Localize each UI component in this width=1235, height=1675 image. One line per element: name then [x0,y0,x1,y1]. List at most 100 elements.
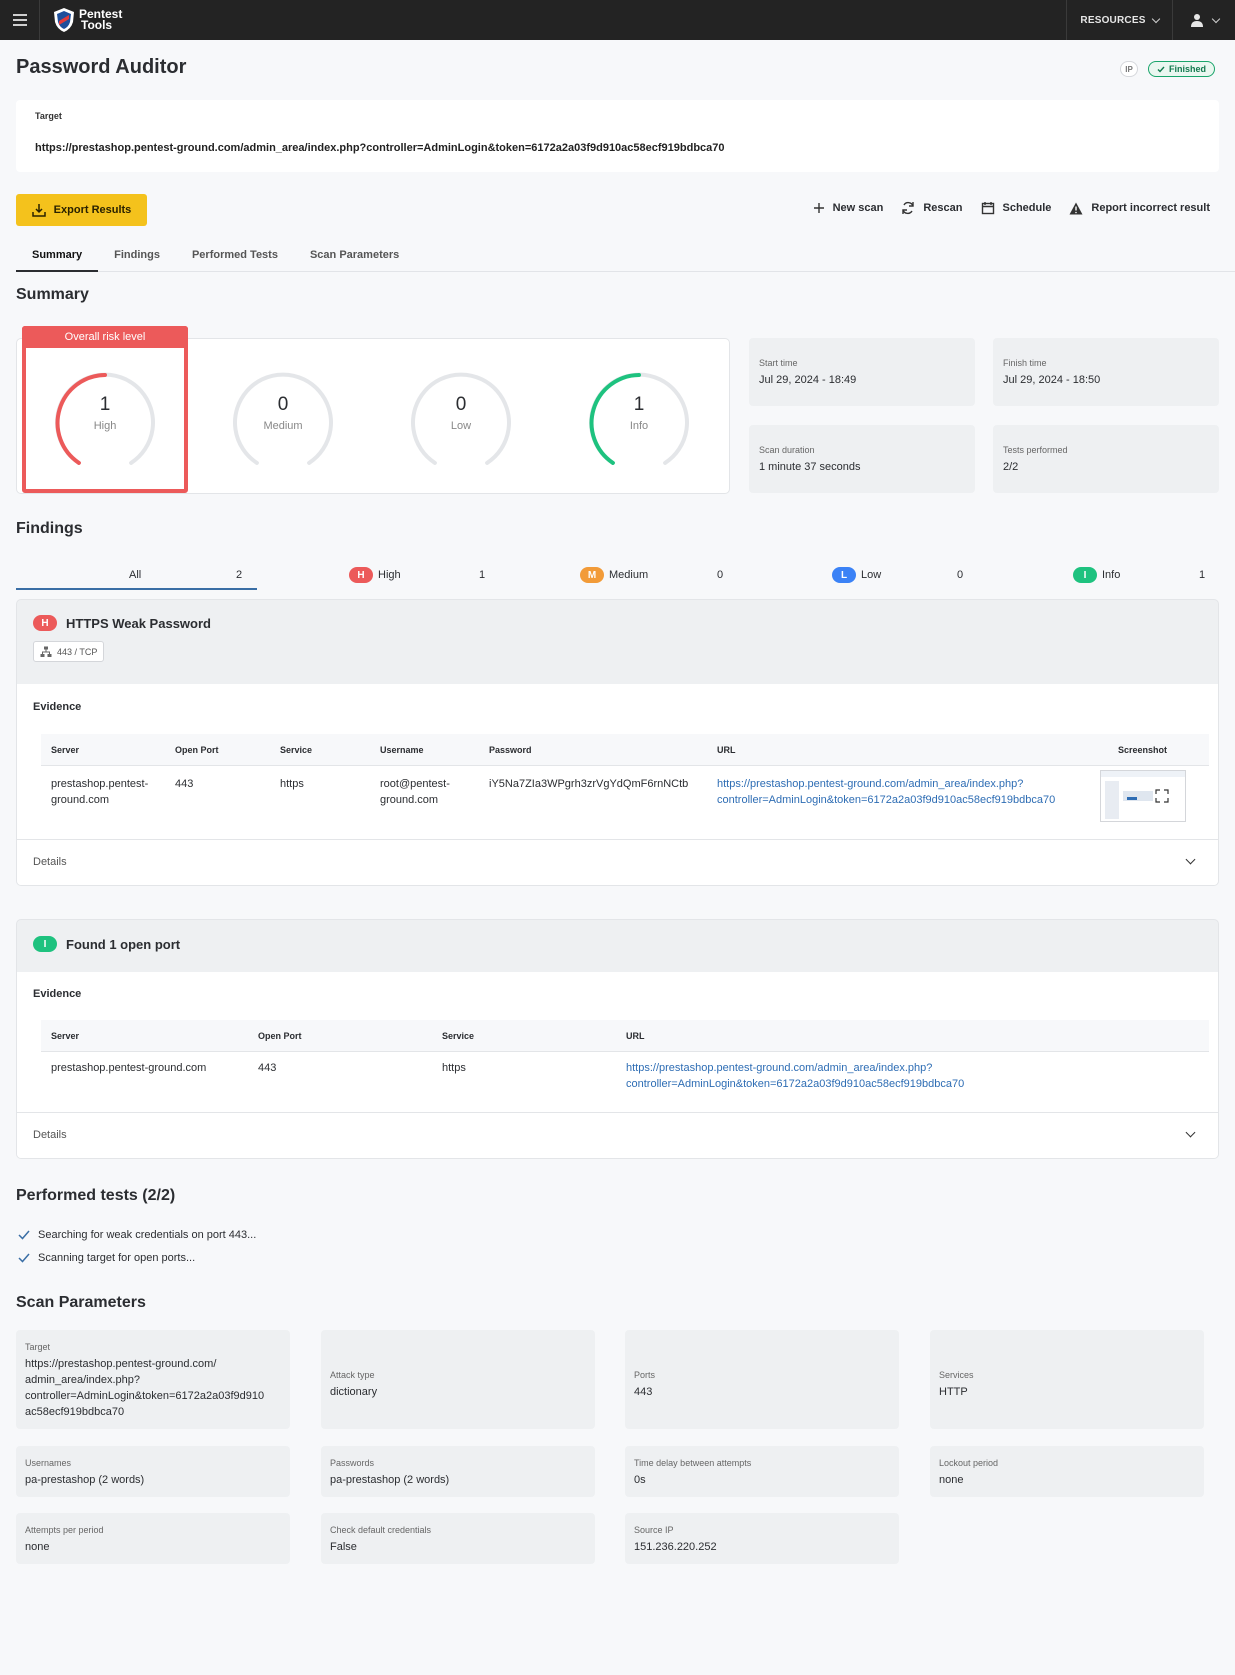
tab-summary[interactable]: Summary [16,242,99,272]
filter-info[interactable]: I Info [1073,560,1120,590]
cell-url-line-1: https://prestashop.pentest-ground.com/ad… [626,1062,933,1074]
thumb-button [1127,797,1137,800]
col-server: Server [51,745,80,755]
param-usernames: Usernames pa-prestashop (2 words) [16,1446,290,1497]
port-chip-text: 443 / TCP [57,646,98,657]
page-title: Password Auditor [16,56,187,78]
param-lockout-period: Lockout period none [930,1446,1204,1497]
param-label: Attempts per period [25,1525,104,1535]
shield-logo-icon [54,8,74,32]
new-scan-label: New scan [832,202,884,214]
evidence-table-header: Server Open Port Service Username Passwo… [41,734,1209,766]
tab-bar: Summary Findings Performed Tests Scan Pa… [16,242,1235,272]
param-label: Ports [634,1370,656,1380]
tab-findings[interactable]: Findings [98,242,176,272]
resources-menu[interactable]: RESOURCES [1066,0,1173,40]
filter-high[interactable]: H High [349,560,401,590]
rescan-button[interactable]: Rescan [901,201,963,215]
cell-password: iY5Na7ZIa3WPgrh3zrVgYdQmF6rnNCtb [489,778,689,790]
filter-high-count: 1 [479,569,486,581]
details-toggle[interactable]: Details [17,1112,1218,1158]
col-screenshot: Screenshot [1118,745,1168,755]
param-label: Target [25,1342,51,1352]
tests-performed-value: 2/2 [1003,461,1019,473]
plus-icon [813,203,824,213]
cell-server: prestashop.pentest-ground.com [51,1062,207,1074]
evidence-label: Evidence [33,701,82,713]
param-value: pa-prestashop (2 words) [330,1474,450,1486]
port-chip: 443 / TCP [33,641,105,662]
param-value-line: ac58ecf919bdbca70 [25,1406,125,1418]
expand-icon [1155,789,1169,803]
finding-title[interactable]: I Found 1 open port [33,936,180,952]
gauge-low-label: Low [450,420,472,432]
thumb-topbar [1101,771,1185,777]
gauge-medium-value: 0 [277,394,289,415]
tab-scan-parameters[interactable]: Scan Parameters [294,242,415,272]
param-value: 0s [634,1474,646,1486]
filter-low[interactable]: L Low [832,560,881,590]
screenshot-thumbnail[interactable] [1100,770,1186,822]
finding-title-text: HTTPS Weak Password [66,615,211,631]
test-item: Searching for weak credentials on port 4… [18,1229,256,1241]
filter-all[interactable]: All [129,560,141,590]
param-label: Services [939,1370,974,1380]
start-time-card: Start time Jul 29, 2024 - 18:49 [749,338,975,406]
user-menu[interactable] [1174,0,1235,40]
col-url: URL [717,745,736,755]
high-pill: H [349,567,373,583]
finding-title[interactable]: H HTTPS Weak Password [33,615,211,631]
logo-line-2: Tools [81,18,113,32]
evidence-table-header: Server Open Port Service URL [41,1020,1209,1052]
export-label: Export Results [53,204,132,216]
schedule-button[interactable]: Schedule [981,201,1051,215]
report-incorrect-button[interactable]: Report incorrect result [1069,201,1210,215]
param-value: pa-prestashop (2 words) [25,1474,145,1486]
cell-username: root@pentest- ground.com [380,776,450,808]
finish-time-card: Finish time Jul 29, 2024 - 18:50 [993,338,1219,406]
tab-performed-tests[interactable]: Performed Tests [176,242,294,272]
info-pill: I [33,936,57,952]
test-item-text: Scanning target for open ports... [38,1252,196,1264]
menu-button[interactable] [0,0,40,40]
logo[interactable]: Pentest Tools [53,7,122,33]
check-icon [18,1230,30,1240]
details-toggle[interactable]: Details [17,839,1218,885]
cell-url-line-2: controller=AdminLogin&token=6172a2a03f9d… [626,1078,965,1090]
high-pill: H [33,615,57,631]
cell-server-line-2: ground.com [51,794,110,806]
test-item: Scanning target for open ports... [18,1252,195,1264]
network-icon [40,646,52,657]
param-label: Passwords [330,1458,375,1468]
target-box: Target https://prestashop.pentest-ground… [16,100,1219,172]
cell-service: https [442,1062,466,1074]
param-source-ip: Source IP 151.236.220.252 [625,1513,899,1564]
scan-duration-label: Scan duration [759,445,815,455]
filter-medium[interactable]: M Medium [580,560,648,590]
col-open-port: Open Port [258,1031,302,1041]
cell-url-link[interactable]: https://prestashop.pentest-ground.com/ad… [626,1060,964,1092]
warning-icon [1069,202,1083,214]
finding-body: Evidence Server Open Port Service URL pr… [17,972,1218,1158]
finish-time-label: Finish time [1003,358,1047,368]
findings-title: Findings [16,520,83,537]
col-server: Server [51,1031,80,1041]
test-item-text: Searching for weak credentials on port 4… [38,1229,257,1241]
finding-card-open-port: I Found 1 open port Evidence Server Open… [16,919,1219,1159]
status-text: Finished [1169,64,1207,74]
user-icon [1190,14,1203,27]
param-value-line: controller=AdminLogin&token=6172a2a03f9d… [25,1390,265,1402]
param-ports: Ports 443 [625,1330,899,1429]
calendar-icon [981,202,994,215]
param-value-line: admin_area/index.php? [25,1374,140,1386]
performed-tests-title: Performed tests (2/2) [16,1187,176,1204]
param-value-line: https://prestashop.pentest-ground.com/ [25,1358,217,1370]
new-scan-button[interactable]: New scan [813,201,884,215]
chevron-down-icon [1151,14,1160,23]
toolbar-actions: New scan Rescan Schedule Report incorrec… [813,201,1210,215]
export-results-button[interactable]: Export Results [16,194,147,226]
logo-text: Pentest Tools [79,8,122,32]
thumb-sidebar [1105,781,1119,819]
cell-url-link[interactable]: https://prestashop.pentest-ground.com/ad… [717,776,1055,808]
tests-performed-label: Tests performed [1003,445,1068,455]
